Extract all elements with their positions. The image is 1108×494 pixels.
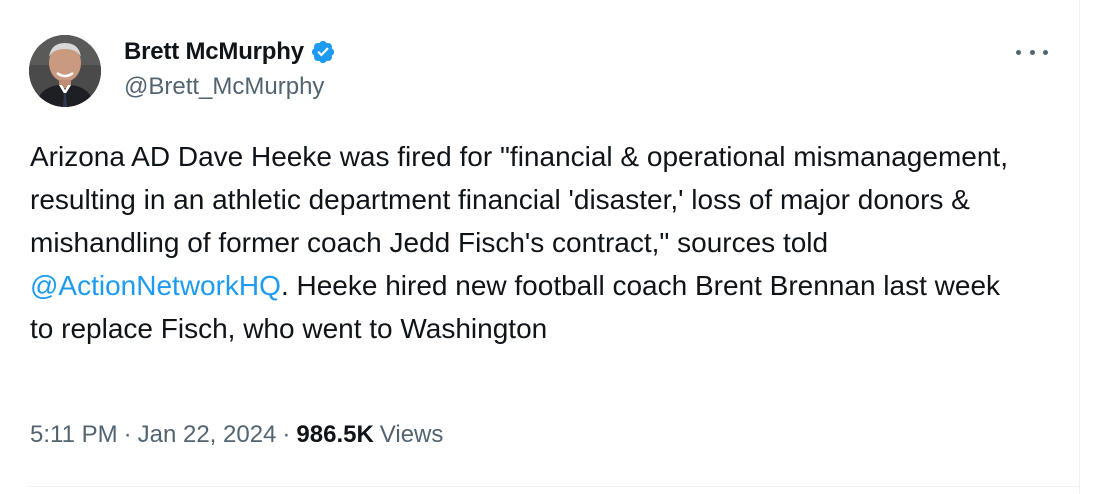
- author-handle[interactable]: @Brett_McMurphy: [124, 73, 324, 101]
- dot-icon: [1016, 49, 1021, 55]
- verified-badge-icon[interactable]: [310, 39, 336, 65]
- more-options-icon[interactable]: [1016, 40, 1048, 64]
- views-count[interactable]: 986.5K: [296, 421, 373, 449]
- author-name[interactable]: Brett McMurphy: [124, 38, 304, 66]
- dot-icon: [1043, 49, 1048, 55]
- divider: [28, 486, 1080, 487]
- author-name-row: Brett McMurphy: [124, 36, 336, 68]
- meta-separator: ·: [282, 421, 291, 448]
- tweet-meta: 5:11 PM · Jan 22, 2024 · 986.5K Views: [30, 421, 443, 449]
- views-label: Views: [379, 421, 444, 448]
- dot-icon: [1029, 49, 1035, 55]
- avatar[interactable]: [29, 35, 101, 107]
- tweet-date[interactable]: Jan 22, 2024: [138, 421, 277, 449]
- mention-link[interactable]: @ActionNetworkHQ: [30, 270, 281, 301]
- tweet-card: Brett McMurphy @Brett_McMurphy Arizona A…: [0, 0, 1108, 494]
- tweet-text-before: Arizona AD Dave Heeke was fired for "fin…: [30, 141, 1016, 258]
- avatar-image: [29, 35, 101, 107]
- card-border: [1079, 0, 1080, 494]
- tweet-time[interactable]: 5:11 PM: [30, 421, 118, 449]
- meta-separator: ·: [123, 421, 132, 448]
- tweet-text: Arizona AD Dave Heeke was fired for "fin…: [30, 135, 1030, 350]
